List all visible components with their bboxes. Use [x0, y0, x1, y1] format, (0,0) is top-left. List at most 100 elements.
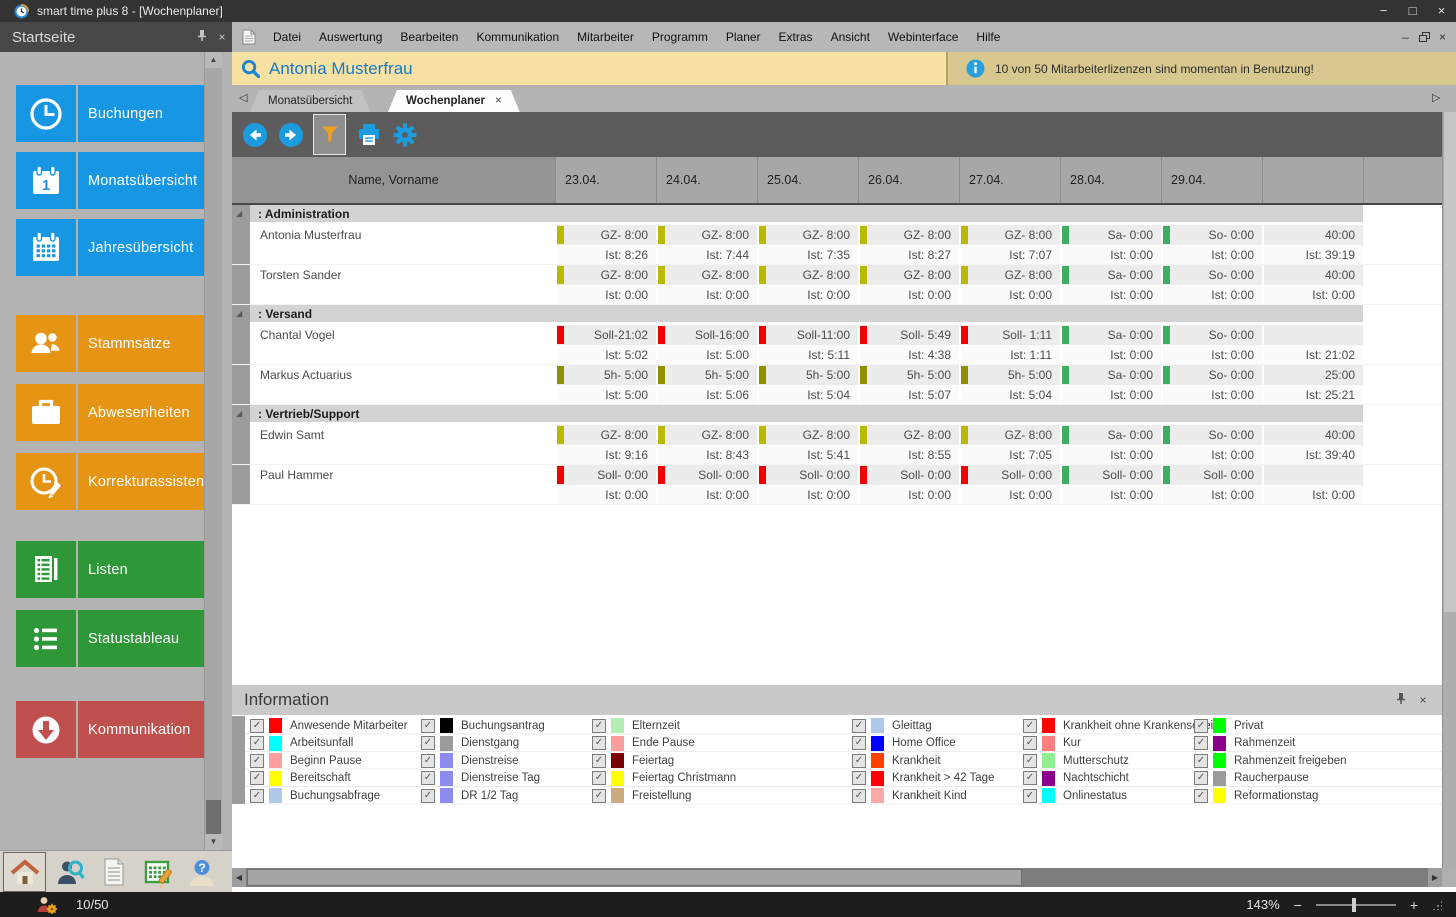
sidebar-item-kommunikation[interactable]: Kommunikation	[16, 701, 204, 758]
ist-cell[interactable]: Ist: 0:00	[656, 285, 757, 304]
filter-button[interactable]	[313, 114, 346, 155]
plan-cell[interactable]: GZ- 8:00	[555, 225, 656, 245]
next-week-button[interactable]	[278, 122, 304, 148]
maximize-button[interactable]: □	[1398, 0, 1427, 22]
checkbox[interactable]: ✓	[1194, 736, 1208, 750]
column-header-date[interactable]: 29.04.	[1161, 157, 1262, 203]
pin-icon[interactable]	[192, 29, 212, 45]
checkbox[interactable]: ✓	[250, 719, 264, 733]
ist-cell[interactable]: Ist: 8:26	[555, 245, 656, 264]
employee-name[interactable]: Edwin Samt	[250, 425, 555, 445]
employee-name[interactable]: Paul Hammer	[250, 465, 555, 485]
checkbox[interactable]: ✓	[592, 736, 606, 750]
ist-row[interactable]: Ist: 0:00Ist: 0:00Ist: 0:00Ist: 0:00Ist:…	[232, 285, 1442, 305]
plan-cell[interactable]: Sa- 0:00	[1060, 425, 1161, 445]
group-row[interactable]: ◢: Administration	[232, 205, 1442, 225]
plan-cell[interactable]: Soll- 0:00	[959, 465, 1060, 485]
column-header-date[interactable]: 25.04.	[757, 157, 858, 203]
horizontal-scrollbar[interactable]: ◀ ▶	[232, 868, 1442, 887]
ist-cell[interactable]: Ist: 0:00	[1161, 385, 1262, 404]
expander-icon[interactable]: ◢	[236, 410, 242, 418]
plan-cell[interactable]: 5h- 5:00	[656, 365, 757, 385]
plan-row[interactable]: Antonia MusterfrauGZ- 8:00GZ- 8:00GZ- 8:…	[232, 225, 1442, 245]
zoom-out-button[interactable]: −	[1294, 897, 1302, 913]
menu-item-bearbeiten[interactable]: Bearbeiten	[391, 22, 467, 52]
checkbox[interactable]: ✓	[250, 754, 264, 768]
checkbox[interactable]: ✓	[1023, 771, 1037, 785]
ist-cell[interactable]: Ist: 9:16	[555, 445, 656, 464]
checkbox[interactable]: ✓	[1194, 754, 1208, 768]
ist-cell[interactable]: Ist: 7:44	[656, 245, 757, 264]
scrollbar-thumb[interactable]	[206, 800, 221, 834]
sidebar-item-monatsübersicht[interactable]: 1Monatsübersicht	[16, 152, 204, 209]
checkbox[interactable]: ✓	[1023, 719, 1037, 733]
sidebar-item-korrekturassistent[interactable]: Korrekturassistent	[16, 453, 204, 510]
settings-button[interactable]	[392, 122, 418, 148]
column-header-date[interactable]: 26.04.	[858, 157, 959, 203]
checkbox[interactable]: ✓	[1194, 719, 1208, 733]
pin-icon[interactable]	[1390, 692, 1412, 708]
plan-cell[interactable]: Soll- 0:00	[1161, 465, 1262, 485]
plan-cell[interactable]: Soll- 0:00	[656, 465, 757, 485]
sidebar-tab-help-person-icon[interactable]: ?	[181, 853, 222, 891]
plan-cell[interactable]: GZ- 8:00	[656, 425, 757, 445]
plan-cell[interactable]: GZ- 8:00	[656, 225, 757, 245]
tab-monatsübersicht[interactable]: Monatsübersicht	[250, 90, 370, 112]
plan-cell[interactable]: Soll- 0:00	[555, 465, 656, 485]
checkbox[interactable]: ✓	[592, 771, 606, 785]
checkbox[interactable]: ✓	[852, 771, 866, 785]
ist-row[interactable]: Ist: 8:26Ist: 7:44Ist: 7:35Ist: 8:27Ist:…	[232, 245, 1442, 265]
checkbox[interactable]: ✓	[852, 719, 866, 733]
employee-name[interactable]: Torsten Sander	[250, 265, 555, 285]
resize-grip[interactable]	[1432, 900, 1442, 910]
sidebar-item-stammsätze[interactable]: Stammsätze	[16, 315, 204, 372]
plan-cell[interactable]: GZ- 8:00	[959, 225, 1060, 245]
checkbox[interactable]: ✓	[592, 754, 606, 768]
ist-cell[interactable]: Ist: 8:27	[858, 245, 959, 264]
checkbox[interactable]: ✓	[592, 719, 606, 733]
scrollbar-thumb[interactable]	[247, 869, 1022, 886]
scroll-down-icon[interactable]: ▼	[205, 834, 222, 850]
plan-cell[interactable]: GZ- 8:00	[858, 265, 959, 285]
ist-row[interactable]: Ist: 0:00Ist: 0:00Ist: 0:00Ist: 0:00Ist:…	[232, 485, 1442, 505]
ist-cell[interactable]: Ist: 0:00	[959, 485, 1060, 504]
plan-row[interactable]: Torsten SanderGZ- 8:00GZ- 8:00GZ- 8:00GZ…	[232, 265, 1442, 285]
ist-cell[interactable]: Ist: 0:00	[1060, 285, 1161, 304]
column-header-date[interactable]: 24.04.	[656, 157, 757, 203]
checkbox[interactable]: ✓	[421, 789, 435, 803]
ist-cell[interactable]: Ist: 5:07	[858, 385, 959, 404]
column-header-date[interactable]: 28.04.	[1060, 157, 1161, 203]
mdi-close-icon[interactable]: ×	[1439, 31, 1446, 43]
column-header-date[interactable]: 27.04.	[959, 157, 1060, 203]
menu-item-ansicht[interactable]: Ansicht	[822, 22, 879, 52]
checkbox[interactable]: ✓	[421, 771, 435, 785]
plan-row[interactable]: Paul HammerSoll- 0:00Soll- 0:00Soll- 0:0…	[232, 465, 1442, 485]
previous-week-button[interactable]	[242, 122, 268, 148]
ist-cell[interactable]: Ist: 0:00	[858, 285, 959, 304]
plan-cell[interactable]: Soll-16:00	[656, 325, 757, 345]
tab-wochenplaner[interactable]: Wochenplaner×	[388, 90, 520, 112]
close-panel-icon[interactable]: ×	[1412, 693, 1434, 707]
expander-icon[interactable]: ◢	[236, 210, 242, 218]
ist-cell[interactable]: Ist: 5:02	[555, 345, 656, 364]
plan-cell[interactable]: GZ- 8:00	[959, 425, 1060, 445]
menu-item-hilfe[interactable]: Hilfe	[967, 22, 1009, 52]
plan-cell[interactable]: So- 0:00	[1161, 425, 1262, 445]
scroll-up-icon[interactable]: ▲	[205, 52, 222, 68]
plan-cell[interactable]: So- 0:00	[1161, 265, 1262, 285]
sidebar-tab-home-icon[interactable]	[3, 852, 46, 892]
ist-row[interactable]: Ist: 5:02Ist: 5:00Ist: 5:11Ist: 4:38Ist:…	[232, 345, 1442, 365]
plan-cell[interactable]: Soll-21:02	[555, 325, 656, 345]
mdi-minimize-icon[interactable]: ‒	[1402, 31, 1409, 43]
ist-cell[interactable]: Ist: 1:11	[959, 345, 1060, 364]
plan-cell[interactable]: Soll- 0:00	[757, 465, 858, 485]
checkbox[interactable]: ✓	[250, 789, 264, 803]
checkbox[interactable]: ✓	[1194, 771, 1208, 785]
plan-cell[interactable]: GZ- 8:00	[858, 225, 959, 245]
checkbox[interactable]: ✓	[421, 736, 435, 750]
ist-cell[interactable]: Ist: 0:00	[959, 285, 1060, 304]
mdi-restore-icon[interactable]	[1419, 32, 1429, 42]
sidebar-item-jahresübersicht[interactable]: Jahresübersicht	[16, 219, 204, 276]
ist-cell[interactable]: Ist: 7:05	[959, 445, 1060, 464]
sidebar-scrollbar[interactable]: ▲ ▼	[204, 52, 222, 850]
